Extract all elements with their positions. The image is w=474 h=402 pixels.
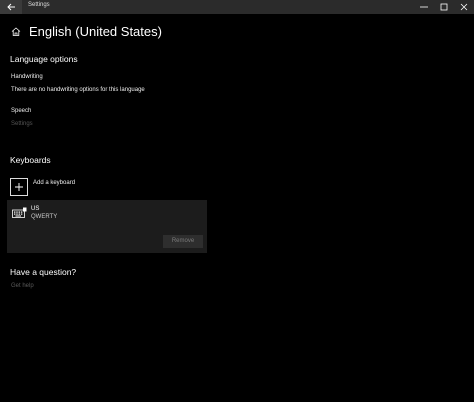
keyboard-layout: QWERTY xyxy=(31,214,58,220)
add-keyboard-button[interactable] xyxy=(10,178,28,196)
language-options-heading: Language options xyxy=(10,54,78,64)
keyboards-heading: Keyboards xyxy=(10,155,51,165)
home-icon[interactable] xyxy=(11,27,21,36)
title-bar: Settings xyxy=(0,0,474,14)
keyboard-name: US xyxy=(31,206,40,212)
handwriting-label: Handwriting xyxy=(11,74,43,80)
speech-settings-link[interactable]: Settings xyxy=(11,121,33,127)
back-arrow-icon xyxy=(7,3,15,11)
maximize-button[interactable] xyxy=(434,0,454,14)
back-button[interactable] xyxy=(0,0,22,14)
keyboard-item[interactable]: US QWERTY Remove xyxy=(7,200,207,253)
speech-label: Speech xyxy=(11,108,32,114)
minimize-icon xyxy=(420,6,428,8)
window-title: Settings xyxy=(28,2,50,8)
plus-icon xyxy=(15,183,23,191)
minimize-button[interactable] xyxy=(414,0,434,14)
maximize-icon xyxy=(440,3,448,11)
help-heading: Have a question? xyxy=(10,267,77,277)
handwriting-text: There are no handwriting options for thi… xyxy=(11,87,145,93)
close-button[interactable] xyxy=(454,0,474,14)
add-keyboard-label[interactable]: Add a keyboard xyxy=(33,180,75,186)
page-title: English (United States) xyxy=(29,24,162,39)
remove-button[interactable]: Remove xyxy=(163,235,203,248)
close-icon xyxy=(460,3,468,11)
keyboard-icon xyxy=(12,207,27,218)
get-help-link[interactable]: Get help xyxy=(11,283,34,289)
